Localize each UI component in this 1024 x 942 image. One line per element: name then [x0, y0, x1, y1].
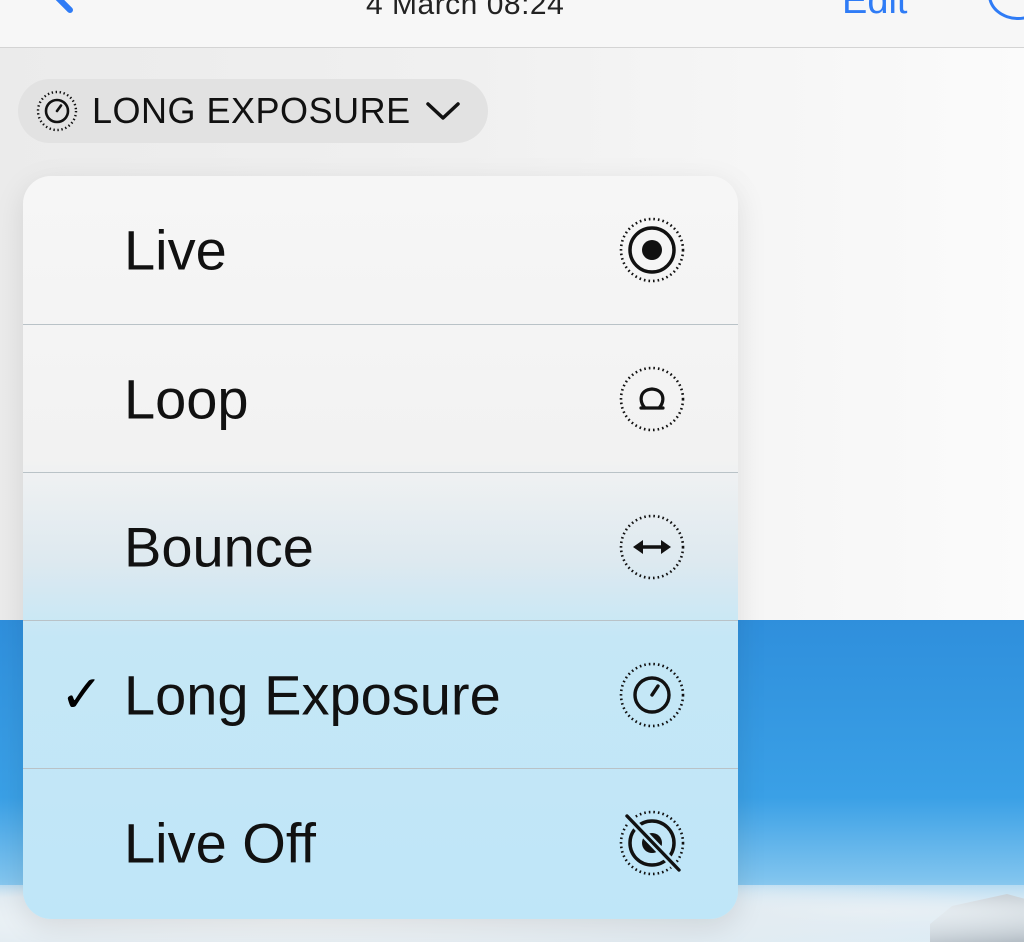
navigation-bar: 4 March 08:24 Edit [0, 0, 1024, 48]
menu-item-label: Bounce [124, 515, 314, 578]
menu-item-label: Long Exposure [124, 663, 501, 726]
live-icon [619, 217, 685, 283]
menu-item-long-exposure[interactable]: ✓ Long Exposure [23, 620, 738, 768]
edit-button[interactable]: Edit [842, 0, 907, 23]
menu-item-bounce[interactable]: Bounce [23, 472, 738, 620]
menu-item-live[interactable]: Live [23, 176, 738, 324]
timer-icon [36, 90, 78, 132]
checkmark-icon: ✓ [60, 665, 104, 724]
bounce-icon [619, 514, 685, 579]
menu-item-loop[interactable]: Loop [23, 324, 738, 472]
back-chevron-icon[interactable] [42, 0, 82, 14]
chevron-down-icon [425, 102, 460, 120]
photo-date-title: 4 March 08:24 [366, 0, 565, 21]
menu-item-label: Live [124, 218, 227, 282]
menu-item-label: Live Off [124, 811, 316, 874]
live-mode-menu: Live Loop Bounce ✓ Long Exposure Live Of… [23, 176, 738, 919]
loop-icon [619, 366, 685, 431]
more-options-icon[interactable] [988, 0, 1024, 20]
live-mode-label: LONG EXPOSURE [92, 90, 411, 131]
menu-item-live-off[interactable]: Live Off [23, 768, 738, 916]
live-off-icon [619, 810, 685, 875]
long-exposure-icon [619, 662, 685, 727]
live-mode-selector[interactable]: LONG EXPOSURE [18, 79, 488, 143]
menu-item-label: Loop [124, 367, 249, 430]
